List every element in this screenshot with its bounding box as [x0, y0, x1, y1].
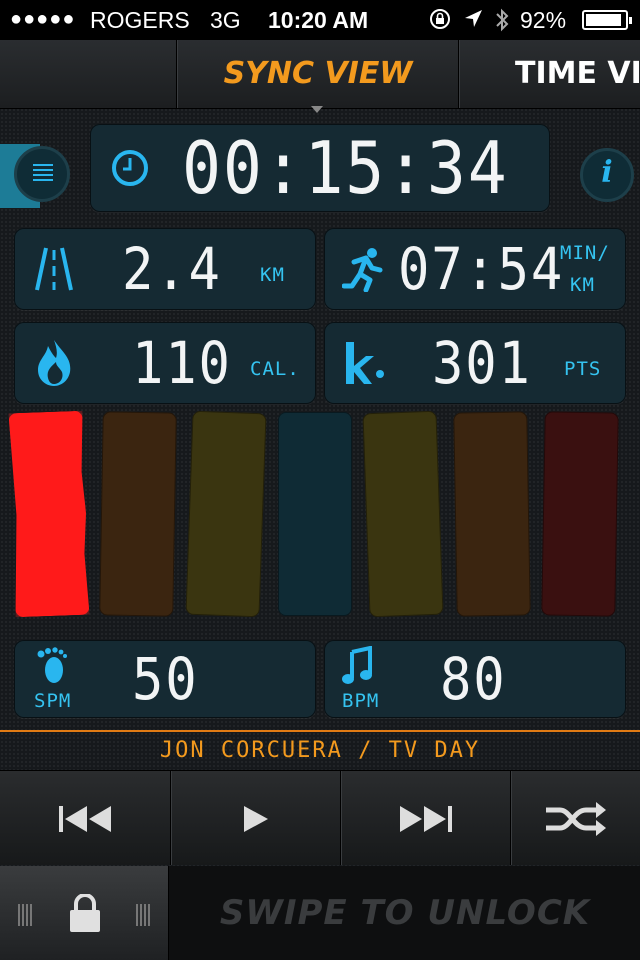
points-unit: PTS	[564, 358, 602, 380]
swipe-to-unlock-label: SWIPE TO UNLOCK	[219, 893, 591, 933]
now-playing-title: JON CORCUERA / TV DAY	[159, 738, 481, 763]
status-bar: ●●●●● ROGERS 3G 10:20 AM 92%	[0, 0, 640, 40]
previous-track-icon	[57, 805, 113, 832]
next-track-icon	[398, 805, 454, 832]
music-note-icon	[342, 645, 374, 690]
tab-sync-view[interactable]: SYNC VIEW	[178, 40, 459, 108]
bpm-value: 80	[440, 645, 507, 713]
points-value: 301	[432, 329, 532, 397]
spm-label: SPM	[34, 690, 72, 712]
signal-strength-icon: ●●●●●	[10, 8, 76, 30]
view-tab-bar: SYNC VIEW TIME VI	[0, 40, 640, 109]
location-icon	[462, 7, 484, 37]
bpm-label: BPM	[342, 690, 380, 712]
info-icon: i	[601, 155, 613, 190]
bluetooth-icon	[494, 7, 510, 39]
road-icon	[34, 246, 74, 296]
pace-panel: 07:54 MIN/ KM	[324, 228, 626, 310]
rotation-lock-icon	[428, 7, 452, 37]
tab-previous[interactable]	[0, 40, 177, 108]
calories-value: 110	[132, 329, 232, 397]
music-controls	[0, 770, 640, 865]
grip-left-icon	[18, 904, 32, 930]
battery-icon	[582, 10, 632, 30]
flame-icon	[34, 338, 74, 392]
spm-value: 50	[132, 645, 199, 713]
active-tab-indicator	[311, 106, 323, 113]
spm-panel: SPM 50	[14, 640, 316, 718]
calories-unit: CAL.	[250, 358, 300, 380]
previous-track-button[interactable]	[0, 771, 171, 865]
timer-panel: 00:15:34	[90, 124, 550, 212]
unlock-slider-knob[interactable]	[0, 866, 169, 960]
tempo-bar-2	[98, 411, 177, 617]
elapsed-timer: 00:15:34	[182, 126, 509, 210]
distance-unit: KM	[260, 264, 285, 286]
tab-time-view[interactable]: TIME VI	[460, 40, 640, 108]
lock-icon	[68, 893, 102, 936]
footprint-icon	[34, 646, 68, 690]
status-time: 10:20 AM	[268, 7, 369, 33]
tempo-bar-5	[362, 410, 444, 618]
tempo-bar-3	[185, 410, 267, 618]
tempo-bar-1	[8, 411, 89, 617]
unlock-bar: SWIPE TO UNLOCK	[0, 866, 640, 960]
points-panel: 301 PTS	[324, 322, 626, 404]
tempo-bar-4	[277, 412, 352, 616]
shuffle-icon	[544, 801, 608, 836]
distance-value: 2.4	[122, 235, 222, 303]
next-track-button[interactable]	[342, 771, 511, 865]
pace-unit-top: MIN/	[560, 242, 610, 264]
pace-unit-bottom: KM	[570, 274, 595, 296]
clock-icon	[110, 148, 150, 192]
tempo-bars	[0, 408, 640, 628]
carrier-name: ROGERS	[90, 7, 190, 33]
battery-fill	[586, 14, 621, 26]
calories-panel: 110 CAL.	[14, 322, 316, 404]
play-button[interactable]	[172, 771, 341, 865]
distance-panel: 2.4 KM	[14, 228, 316, 310]
play-icon	[242, 805, 270, 832]
points-logo-icon	[342, 340, 386, 390]
pace-value: 07:54	[398, 235, 565, 303]
network-type: 3G	[210, 7, 241, 33]
shuffle-button[interactable]	[512, 771, 640, 865]
divider	[0, 730, 640, 732]
side-menu-button[interactable]	[0, 144, 76, 208]
runner-icon	[341, 246, 386, 296]
info-button[interactable]: i	[580, 148, 634, 202]
tempo-bar-6	[452, 411, 531, 617]
menu-lines-icon	[33, 164, 53, 184]
tempo-bar-7	[541, 411, 619, 617]
grip-right-icon	[136, 904, 150, 930]
battery-percent: 92%	[520, 7, 567, 33]
bpm-panel: BPM 80	[324, 640, 626, 718]
